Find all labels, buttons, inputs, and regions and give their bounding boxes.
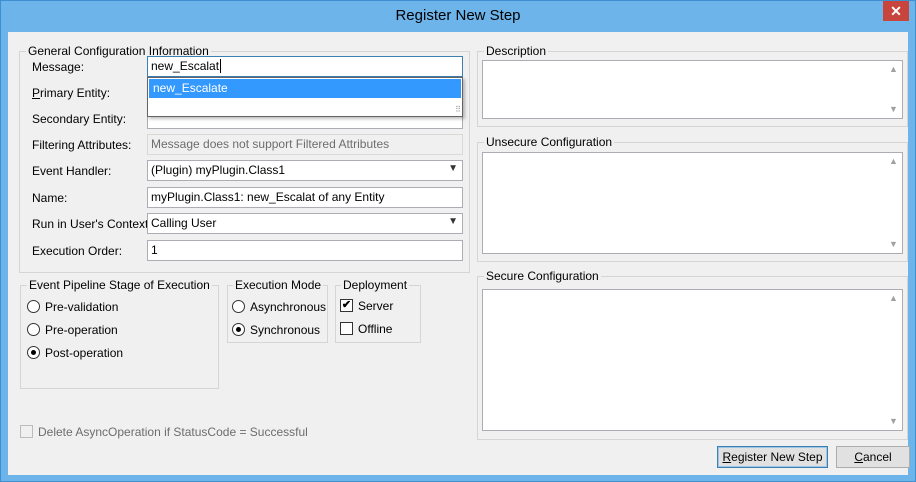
execution-mode-title: Execution Mode [233, 278, 324, 292]
radio-button-selected[interactable] [27, 346, 40, 360]
vertical-scrollbar[interactable]: ▲ ▼ [885, 290, 902, 430]
cancel-button[interactable]: Cancel [836, 446, 910, 468]
secure-config-title: Secure Configuration [484, 269, 601, 283]
chevron-down-icon: ▼ [448, 216, 458, 227]
radio-button[interactable] [27, 323, 40, 337]
checkbox-box [20, 425, 33, 439]
resize-grip-icon[interactable]: ⠿ [455, 105, 461, 114]
checkmark-icon[interactable]: ✔ [340, 299, 353, 313]
checkbox-server[interactable]: ✔ Server [340, 298, 393, 313]
unsecure-config-textarea[interactable]: ▲ ▼ [482, 152, 903, 254]
scroll-down-icon[interactable]: ▼ [885, 236, 902, 253]
radio-asynchronous[interactable]: Asynchronous [232, 299, 326, 314]
run-context-label: Run in User's Context: [32, 217, 152, 231]
secure-config-textarea[interactable]: ▲ ▼ [482, 289, 903, 431]
scroll-up-icon[interactable]: ▲ [885, 153, 902, 170]
close-icon: ✕ [890, 3, 902, 19]
radio-button[interactable] [232, 300, 245, 314]
execution-order-label: Execution Order: [32, 244, 123, 258]
dialog-client-area: General Configuration Information Messag… [8, 32, 910, 475]
step-name-input[interactable]: myPlugin.Class1: new_Escalat of any Enti… [147, 187, 463, 208]
radio-button[interactable] [27, 300, 40, 314]
checkbox-delete-async: Delete AsyncOperation if StatusCode = Su… [20, 424, 308, 439]
deployment-title: Deployment [341, 278, 410, 292]
event-handler-select[interactable]: (Plugin) myPlugin.Class1 ▼ [147, 160, 463, 181]
description-title: Description [484, 44, 549, 58]
pipeline-stage-title: Event Pipeline Stage of Execution [27, 278, 212, 292]
window-title: Register New Step [395, 7, 521, 24]
vertical-scrollbar[interactable]: ▲ ▼ [885, 153, 902, 253]
title-bar[interactable]: Register New Step ✕ [1, 1, 915, 32]
dialog-window: Register New Step ✕ General Configuratio… [0, 0, 916, 482]
name-label: Name: [32, 191, 68, 205]
text-caret: ​ [220, 59, 222, 73]
filtering-attributes-field: Message does not support Filtered Attrib… [147, 134, 463, 155]
scroll-down-icon[interactable]: ▼ [885, 101, 902, 118]
vertical-scrollbar[interactable]: ▲ ▼ [885, 61, 902, 118]
message-input[interactable]: new_Escalat​ [147, 56, 463, 77]
radio-post-operation[interactable]: Post-operation [27, 345, 123, 360]
autocomplete-item[interactable]: new_Escalate [149, 79, 461, 98]
scroll-up-icon[interactable]: ▲ [885, 290, 902, 307]
description-textarea[interactable]: ▲ ▼ [482, 60, 903, 119]
register-new-step-button[interactable]: Register New Step [717, 446, 828, 468]
radio-pre-operation[interactable]: Pre-operation [27, 322, 118, 337]
event-handler-value: (Plugin) myPlugin.Class1 [151, 163, 286, 177]
run-context-select[interactable]: Calling User ▼ [147, 213, 463, 234]
radio-synchronous[interactable]: Synchronous [232, 322, 320, 337]
radio-button-selected[interactable] [232, 323, 245, 337]
filtering-attributes-label: Filtering Attributes: [32, 138, 132, 152]
scroll-up-icon[interactable]: ▲ [885, 61, 902, 78]
run-context-value: Calling User [151, 216, 217, 230]
unsecure-config-title: Unsecure Configuration [484, 135, 615, 149]
secondary-entity-label: Secondary Entity: [32, 112, 127, 126]
event-handler-label: Event Handler: [32, 164, 112, 178]
checkbox-offline[interactable]: Offline [340, 321, 392, 336]
message-label: Message: [32, 60, 85, 74]
chevron-down-icon: ▼ [448, 163, 458, 174]
execution-order-input[interactable]: 1 [147, 240, 463, 261]
message-autocomplete-list: new_Escalate ⠿ [147, 77, 463, 117]
radio-pre-validation[interactable]: Pre-validation [27, 299, 118, 314]
close-button[interactable]: ✕ [883, 1, 909, 21]
checkbox-box[interactable] [340, 322, 353, 336]
scroll-down-icon[interactable]: ▼ [885, 413, 902, 430]
primary-entity-label: Primary Entity: [32, 86, 111, 100]
message-value: new_Escalat [151, 59, 220, 73]
